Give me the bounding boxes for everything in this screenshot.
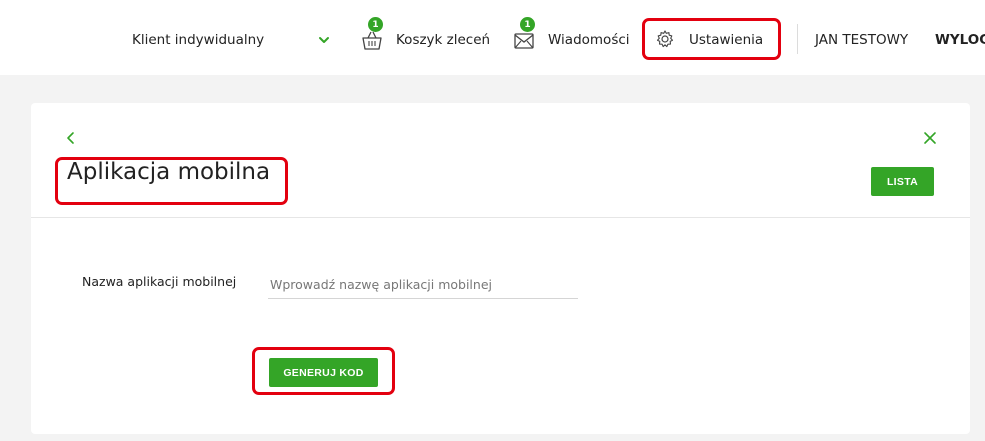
nav-divider [797, 24, 798, 54]
top-navigation-bar: Klient indywidualny 1 Koszyk zleceń 1 Wi… [0, 0, 985, 75]
messages-link[interactable]: 1 Wiadomości [512, 17, 630, 51]
user-name: JAN TESTOWY [815, 32, 909, 48]
page-title: Aplikacja mobilna [67, 159, 271, 185]
basket-icon-wrap: 1 [360, 17, 386, 51]
settings-icon-wrap [655, 29, 675, 51]
card-divider [31, 217, 970, 218]
client-selector-label: Klient indywidualny [132, 32, 265, 48]
basket-badge: 1 [368, 17, 383, 32]
close-icon[interactable] [923, 131, 937, 145]
app-name-input[interactable] [268, 271, 578, 299]
messages-label: Wiadomości [548, 32, 630, 48]
chevron-down-icon[interactable] [318, 34, 330, 46]
messages-badge: 1 [520, 17, 535, 32]
app-name-label: Nazwa aplikacji mobilnej [82, 274, 237, 289]
basket-link[interactable]: 1 Koszyk zleceń [360, 17, 491, 51]
settings-label: Ustawienia [689, 32, 764, 48]
client-selector[interactable]: Klient indywidualny [132, 30, 264, 50]
main-card: Aplikacja mobilna LISTA Nazwa aplikacji … [31, 103, 970, 434]
basket-icon [362, 31, 382, 50]
logout-link[interactable]: WYLOGU [935, 30, 985, 50]
generate-code-button[interactable]: GENERUJ KOD [269, 358, 378, 387]
basket-label: Koszyk zleceń [396, 32, 491, 48]
messages-icon-wrap: 1 [512, 17, 538, 51]
gear-icon [656, 30, 674, 48]
list-button[interactable]: LISTA [871, 167, 934, 196]
settings-link[interactable]: Ustawienia [655, 30, 763, 50]
envelope-icon [514, 33, 534, 49]
back-arrow-icon[interactable] [65, 131, 77, 145]
